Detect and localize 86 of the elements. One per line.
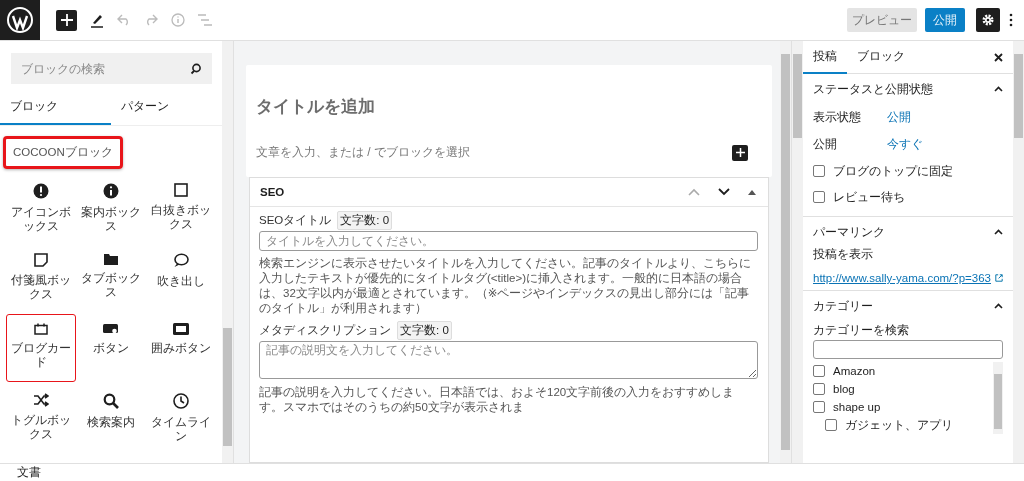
help-text: 検索エンジンに表示させたいタイトルを入力してください。記事のタイトルより、こちらに入力したテキストが優先的にタイトルタグ(<title>)に挿入されます。一般的に日本語の場合は、32文字以内が最適とされています。（※ページやインデックスの見出し部分には「記事のタイトル」が利用されます） [259,256,752,316]
scrollbar[interactable] [792,41,803,463]
field-label: カテゴリーを検索 [813,323,910,338]
add-block-icon[interactable] [732,144,748,161]
checkbox[interactable] [813,401,825,413]
category-label: shape up [833,401,881,413]
setting-label: 公開 [813,137,838,152]
folder-icon [104,253,118,265]
square-icon [174,183,188,197]
clock-icon [173,393,189,409]
permalink-link[interactable]: http://www.sally-yama.com/?p=363 [813,272,991,284]
chevron-up-icon[interactable] [994,86,1003,92]
note-icon [34,253,48,267]
block-item[interactable]: 吹き出し [146,244,216,312]
scrollbar[interactable] [222,41,233,463]
preview-button[interactable]: プレビュー [847,8,917,32]
title-field[interactable]: タイトルを追加 [256,95,762,118]
chevron-up-icon[interactable] [994,229,1003,235]
scrollbar[interactable] [780,41,791,463]
add-block-icon[interactable] [56,9,77,31]
scrollbar[interactable] [1013,41,1024,463]
block-item[interactable]: 付箋風ボックス [6,244,76,312]
search-icon [190,63,202,75]
inserter-tab[interactable]: パターン [111,94,222,125]
wordpress-logo-icon[interactable] [0,0,40,40]
block-item[interactable]: タブボックス [76,244,146,312]
settings-icon[interactable] [976,8,1000,32]
checkbox[interactable] [825,419,837,431]
breadcrumb[interactable]: 文書 [17,465,41,480]
block-item[interactable]: ボタン [76,314,146,382]
block-item[interactable]: トグルボックス [6,384,76,452]
block-item[interactable]: アイコンボックス [6,174,76,242]
button-icon [173,323,189,335]
setting-label: 投稿を表示 [813,247,874,262]
exclamation-icon [33,183,49,199]
inserter-tab[interactable]: ブロック [0,94,111,125]
meta-description-field[interactable]: 記事の説明文を入力してください。 [259,341,758,379]
chevron-up-icon[interactable] [994,303,1003,309]
panel-title: SEO [260,186,286,198]
block-item[interactable]: タイムライン [146,384,216,452]
setting-link[interactable]: 今すぐ [887,137,923,152]
category-label: ガジェット、アプリ [845,417,953,433]
block-item[interactable]: 囲みボタン [146,314,216,382]
checkbox[interactable] [813,383,825,395]
pen-icon[interactable] [90,12,104,28]
chevron-down-icon[interactable] [718,188,730,196]
category-heading: COCOONブロック [3,136,123,169]
seo-title-field[interactable]: タイトルを入力してください。 [259,231,758,251]
category-search-field[interactable] [813,340,1003,359]
category-label: blog [833,383,855,395]
publish-button[interactable]: 公開 [925,8,965,32]
card-icon [34,323,48,335]
character-count: 文字数: 0 [337,211,393,230]
speech-bubble-icon [173,253,189,268]
sidebar-tab[interactable]: ブロック [847,41,915,74]
button-icon [103,323,119,335]
block-item[interactable]: ブログカード [6,314,76,382]
block-item[interactable]: 白抜きボックス [146,174,216,242]
info-icon [103,183,119,199]
field-label: メタディスクリプション [259,323,391,338]
section-title[interactable]: ステータスと公開状態 [813,81,933,97]
checkbox[interactable] [813,365,825,377]
field-label: SEOタイトル [259,213,332,228]
close-icon[interactable] [994,52,1003,62]
external-link-icon[interactable] [995,273,1003,283]
checkbox[interactable] [813,165,825,177]
character-count: 文字数: 0 [397,321,452,340]
setting-link[interactable]: 公開 [887,110,911,125]
checkbox-label: レビュー待ち [833,189,905,205]
block-item[interactable]: 検索案内 [76,384,146,452]
setting-label: 表示状態 [813,110,862,125]
more-options-icon[interactable] [1009,13,1013,27]
checkbox-label: ブログのトップに固定 [833,163,953,179]
category-label: Amazon [833,365,876,377]
shuffle-icon [33,393,49,407]
section-title[interactable]: カテゴリー [813,298,873,314]
sidebar-tab[interactable]: 投稿 [803,41,847,74]
section-title[interactable]: パーマリンク [813,224,885,240]
checkbox[interactable] [813,191,825,203]
scrollbar[interactable] [993,362,1003,434]
block-search-field[interactable]: ブロックの検索 [11,53,212,84]
triangle-up-icon[interactable] [748,189,756,195]
help-text: 記事の説明を入力してください。日本語では、およそ120文字前後の入力をおすすめします。スマホではそのうちの約50文字が表示されま [259,385,736,415]
paragraph-placeholder[interactable]: 文章を入力、または / でブロックを選択 [256,144,470,161]
block-item[interactable]: 案内ボックス [76,174,146,242]
search-icon [103,393,119,409]
